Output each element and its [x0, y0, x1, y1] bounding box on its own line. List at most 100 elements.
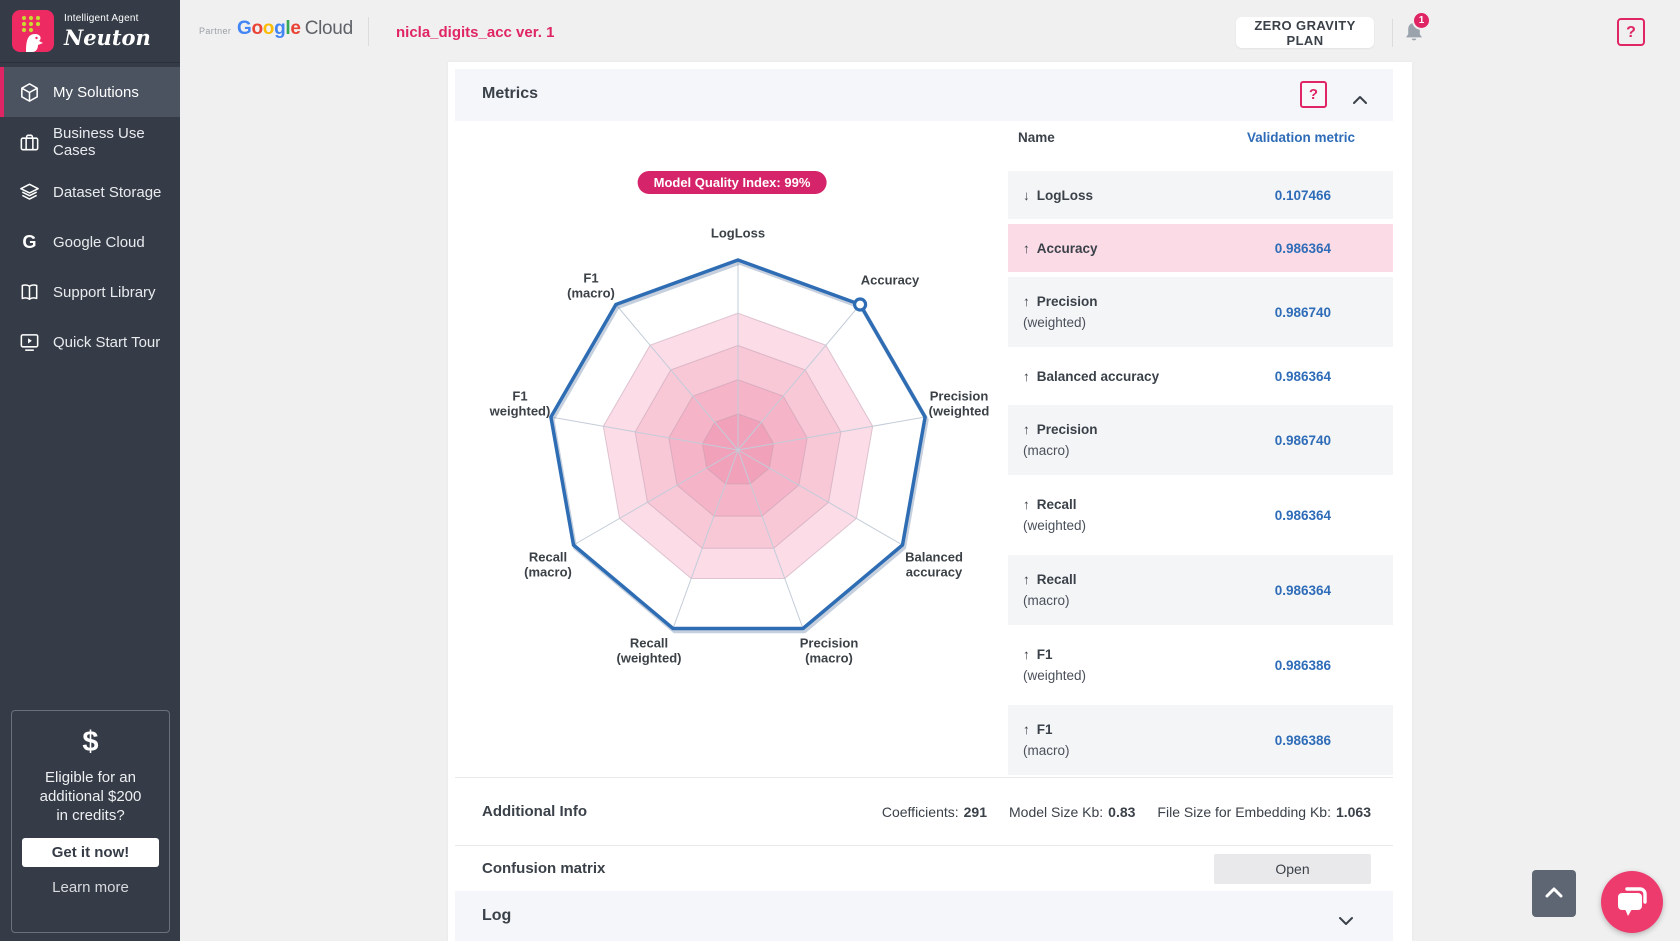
metrics-panel-header: Metrics ? — [455, 69, 1393, 121]
collapse-chevron-up-icon[interactable] — [1351, 90, 1369, 112]
promo-text: Eligible for an additional $200 in credi… — [12, 768, 169, 825]
brand-text: Intelligent Agent Neuton — [64, 14, 151, 48]
sidebar-item-label: My Solutions — [53, 84, 139, 101]
app-window: Intelligent Agent Neuton My Solutions Bus… — [0, 0, 1680, 941]
metric-name: ↑Accuracy — [1023, 238, 1098, 259]
sidebar-item-label: Dataset Storage — [53, 184, 161, 201]
radar-axis-label: (macro) — [805, 651, 853, 666]
sidebar-item-business-use-cases[interactable]: Business Use Cases — [0, 117, 180, 167]
google-cloud-logo: GoogleCloud — [237, 18, 353, 40]
confusion-matrix-row: Confusion matrix Open — [455, 846, 1393, 891]
sidebar-item-label: Business Use Cases — [53, 125, 180, 159]
sidebar-item-support-library[interactable]: Support Library — [0, 267, 180, 317]
metric-value: 0.107466 — [1275, 188, 1331, 203]
metric-value: 0.986364 — [1275, 508, 1331, 523]
radar-axis-label: (macro) — [524, 565, 572, 580]
sidebar-item-label: Quick Start Tour — [53, 334, 160, 351]
sidebar-item-google-cloud[interactable]: G Google Cloud — [0, 217, 180, 267]
layers-icon — [17, 180, 41, 204]
selected-metric-marker[interactable] — [855, 299, 866, 310]
metric-value: 0.986740 — [1275, 433, 1331, 448]
metric-value: 0.986386 — [1275, 733, 1331, 748]
metric-value: 0.986740 — [1275, 305, 1331, 320]
scroll-to-top-button[interactable] — [1532, 870, 1576, 917]
metric-value: 0.986386 — [1275, 658, 1331, 673]
sidebar-item-label: Google Cloud — [53, 234, 145, 251]
metric-value: 0.986364 — [1275, 241, 1331, 256]
help-button[interactable]: ? — [1617, 18, 1645, 46]
metric-row[interactable]: ↑Recall(macro)0.986364 — [1008, 555, 1393, 625]
arrow-up-icon: ↑ — [1023, 497, 1030, 512]
metric-row[interactable]: ↑F1(macro) 0.986386 — [1008, 705, 1393, 775]
topbar: Partner GoogleCloud nicla_digits_acc ver… — [180, 0, 1680, 62]
metrics-panel-title: Metrics — [482, 85, 538, 103]
brand-tagline: Intelligent Agent — [64, 14, 151, 24]
sidebar-item-dataset-storage[interactable]: Dataset Storage — [0, 167, 180, 217]
sidebar: Intelligent Agent Neuton My Solutions Bus… — [0, 0, 180, 941]
metric-name: ↑F1(weighted) — [1023, 644, 1086, 686]
g-letter-icon: G — [17, 230, 41, 254]
radar-axis-label: F1 — [583, 271, 598, 286]
info-stat: Coefficients:291 — [882, 804, 987, 820]
radar-axis-label: (weighted — [929, 404, 990, 419]
arrow-up-icon: ↑ — [1023, 572, 1030, 587]
radar-axis-label: F1 — [512, 389, 527, 404]
additional-info-stats: Coefficients:291Model Size Kb:0.83File S… — [882, 804, 1393, 820]
radar-axis-label: Recall — [529, 550, 567, 565]
partner-label: Partner — [199, 26, 231, 36]
promo-card: $ Eligible for an additional $200 in cre… — [11, 710, 170, 933]
metric-name: ↑Precision(weighted) — [1023, 291, 1098, 333]
radar-axis-label: Balanced — [905, 550, 963, 565]
google-logo-cloud: Cloud — [305, 18, 353, 39]
metric-row[interactable]: ↑F1(weighted) 0.986386 — [1008, 630, 1393, 700]
radar-axis-label: Recall — [630, 636, 668, 651]
arrow-up-icon: ↑ — [1023, 722, 1030, 737]
additional-info-title: Additional Info — [482, 803, 587, 820]
metric-name: ↑Recall(weighted) — [1023, 494, 1086, 536]
topbar-divider — [368, 17, 369, 46]
radar-axis-label: (macro) — [567, 286, 615, 301]
chat-icon — [1615, 885, 1649, 920]
metrics-table-rows: ↓LogLoss0.107466 ↑Accuracy 0.986364 ↑Precis… — [1008, 171, 1393, 780]
table-header-validation-metric[interactable]: Validation metric — [1247, 130, 1355, 145]
arrow-down-icon: ↓ — [1023, 188, 1030, 203]
metric-name: ↑Precision(macro) — [1023, 419, 1098, 461]
dollar-icon: $ — [12, 726, 169, 759]
metric-row[interactable]: ↑Precision(weighted) 0.986740 — [1008, 277, 1393, 347]
svg-text:G: G — [22, 231, 36, 251]
metric-row[interactable]: ↑Precision(macro) 0.986740 — [1008, 405, 1393, 475]
arrow-up-icon: ↑ — [1023, 241, 1030, 256]
radar-axis-label: Accuracy — [861, 273, 920, 288]
radar-axis-label: LogLoss — [711, 226, 765, 241]
cube-icon — [17, 80, 41, 104]
notification-badge[interactable]: 1 — [1414, 13, 1429, 28]
radar-chart-area: Model Quality Index: 99% LogLoss Accuracy… — [455, 121, 1008, 777]
learn-more-link[interactable]: Learn more — [12, 879, 169, 896]
metrics-help-button[interactable]: ? — [1300, 81, 1327, 108]
metrics-card: Metrics ? Name Validation metric Model Q… — [448, 62, 1412, 941]
book-icon — [17, 280, 41, 304]
tour-icon — [17, 330, 41, 354]
log-section-header[interactable]: Log — [455, 891, 1393, 941]
model-quality-badge: Model Quality Index: 99% — [638, 171, 827, 194]
promo-line: in credits? — [12, 806, 169, 825]
arrow-up-icon: ↑ — [1023, 422, 1030, 437]
sidebar-item-quick-start-tour[interactable]: Quick Start Tour — [0, 317, 180, 367]
confusion-matrix-title: Confusion matrix — [482, 860, 605, 877]
chat-button[interactable] — [1601, 871, 1663, 933]
get-it-now-button[interactable]: Get it now! — [22, 838, 159, 867]
metric-row[interactable]: ↓LogLoss0.107466 — [1008, 171, 1393, 219]
arrow-up-icon: ↑ — [1023, 647, 1030, 662]
metric-row[interactable]: ↑Accuracy 0.986364 — [1008, 224, 1393, 272]
expand-chevron-down-icon[interactable] — [1337, 911, 1355, 933]
log-title: Log — [482, 907, 511, 925]
brand: Intelligent Agent Neuton — [0, 0, 180, 63]
metric-name: ↑F1(macro) — [1023, 719, 1070, 761]
open-confusion-matrix-button[interactable]: Open — [1214, 854, 1371, 884]
metric-name: ↑Recall(macro) — [1023, 569, 1077, 611]
metric-row[interactable]: ↑Recall(weighted) 0.986364 — [1008, 480, 1393, 550]
sidebar-item-my-solutions[interactable]: My Solutions — [0, 67, 180, 117]
metric-name: ↑Balanced accuracy — [1023, 366, 1159, 387]
metric-row[interactable]: ↑Balanced accuracy0.986364 — [1008, 352, 1393, 400]
zero-gravity-plan-button[interactable]: ZERO GRAVITY PLAN — [1236, 17, 1374, 48]
